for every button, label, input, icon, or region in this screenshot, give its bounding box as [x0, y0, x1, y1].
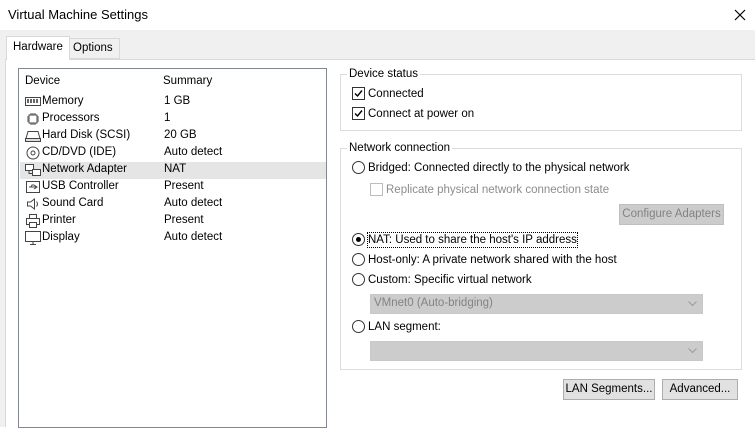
lan-segment-radio[interactable]	[352, 320, 365, 333]
device-name: CD/DVD (IDE)	[42, 146, 117, 158]
radio-selected-dot	[356, 237, 361, 242]
chevron-down-icon	[688, 348, 697, 354]
tab-options[interactable]: Options	[66, 38, 120, 59]
custom-network-value: VMnet0 (Auto-bridging)	[374, 297, 493, 309]
device-row-cd-dvd[interactable]: CD/DVD (IDE) Auto detect	[20, 145, 326, 162]
replicate-state-checkbox[interactable]	[370, 183, 383, 196]
device-status-group: Device status	[340, 67, 742, 131]
device-summary: Auto detect	[164, 197, 223, 209]
replicate-state-label: Replicate physical network connection st…	[386, 184, 610, 196]
chevron-down-icon	[688, 301, 697, 307]
network-connection-title: Network connection	[347, 141, 452, 155]
device-name: Processors	[42, 112, 100, 124]
device-summary: 20 GB	[164, 129, 197, 141]
custom-radio[interactable]	[352, 273, 365, 286]
connected-checkbox[interactable]	[352, 87, 365, 100]
device-summary: NAT	[164, 163, 187, 175]
speaker-icon	[25, 197, 41, 211]
device-row-sound-card[interactable]: Sound Card Auto detect	[20, 196, 326, 213]
close-icon	[734, 9, 746, 21]
cd-dvd-icon	[25, 146, 41, 160]
host-only-radio[interactable]	[352, 253, 365, 266]
column-header-summary[interactable]: Summary	[163, 75, 212, 91]
host-only-label: Host-only: A private network shared with…	[368, 254, 617, 266]
display-icon	[25, 231, 41, 245]
custom-label: Custom: Specific virtual network	[368, 274, 532, 286]
advanced-button[interactable]: Advanced...	[662, 379, 738, 400]
device-name: USB Controller	[42, 180, 119, 192]
device-row-usb-controller[interactable]: USB Controller Present	[20, 179, 326, 196]
close-button[interactable]	[725, 0, 755, 30]
device-row-printer[interactable]: Printer Present	[20, 213, 326, 230]
device-list[interactable]: Device Summary Memory 1 GB Processors 1 …	[18, 68, 327, 428]
column-header-device[interactable]: Device	[25, 75, 60, 91]
window-title: Virtual Machine Settings	[8, 7, 148, 22]
device-row-processors[interactable]: Processors 1	[20, 111, 326, 128]
device-name: Sound Card	[42, 197, 104, 209]
device-row-display[interactable]: Display Auto detect	[20, 230, 326, 247]
device-name: Memory	[42, 95, 84, 107]
memory-icon	[25, 95, 41, 109]
device-name: Network Adapter	[42, 163, 128, 175]
device-summary: Present	[164, 214, 204, 226]
device-status-title: Device status	[347, 67, 421, 81]
device-row-network-adapter[interactable]: Network Adapter NAT	[20, 162, 326, 179]
bridged-radio[interactable]	[352, 161, 365, 174]
tab-hardware[interactable]: Hardware	[6, 36, 70, 60]
title-bar: Virtual Machine Settings	[0, 0, 755, 30]
device-summary: 1 GB	[164, 95, 191, 107]
checkmark-icon	[354, 110, 363, 118]
connected-label: Connected	[368, 88, 424, 100]
device-summary: Auto detect	[164, 146, 223, 158]
hard-disk-icon	[25, 129, 41, 143]
device-summary: Auto detect	[164, 231, 223, 243]
lan-segment-dropdown[interactable]	[370, 341, 703, 361]
device-row-memory[interactable]: Memory 1 GB	[20, 94, 326, 111]
connect-at-power-on-label: Connect at power on	[368, 108, 475, 120]
nat-radio[interactable]	[352, 233, 365, 246]
checkmark-icon	[354, 90, 363, 98]
device-name: Hard Disk (SCSI)	[42, 129, 131, 141]
lan-segment-label: LAN segment:	[368, 321, 441, 333]
device-name: Display	[42, 231, 80, 243]
custom-network-dropdown[interactable]: VMnet0 (Auto-bridging)	[370, 294, 703, 314]
usb-icon	[25, 180, 41, 194]
device-row-hard-disk[interactable]: Hard Disk (SCSI) 20 GB	[20, 128, 326, 145]
configure-adapters-button[interactable]: Configure Adapters	[619, 204, 724, 225]
connect-at-power-on-checkbox[interactable]	[352, 107, 365, 120]
processor-icon	[25, 112, 41, 126]
device-name: Printer	[42, 214, 76, 226]
device-summary: 1	[164, 112, 171, 124]
device-summary: Present	[164, 180, 204, 192]
network-adapter-icon	[25, 163, 41, 177]
nat-label: NAT: Used to share the host's IP address	[367, 232, 578, 248]
printer-icon	[25, 214, 41, 228]
bridged-label: Bridged: Connected directly to the physi…	[368, 162, 630, 174]
lan-segments-button[interactable]: LAN Segments...	[563, 379, 655, 400]
